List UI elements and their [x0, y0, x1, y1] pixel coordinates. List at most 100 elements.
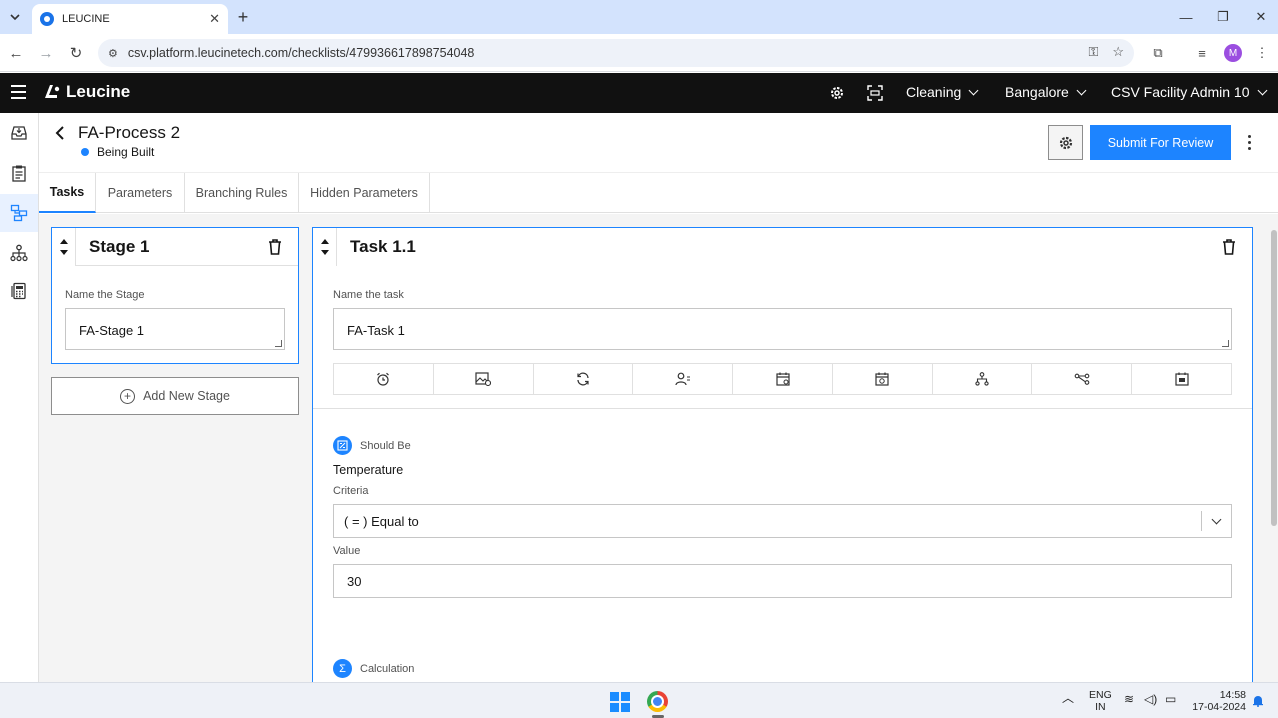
task-action-toolbar [333, 363, 1232, 395]
move-down-icon[interactable] [320, 250, 329, 255]
back-arrow-icon[interactable]: ← [5, 42, 27, 64]
status-text: Being Built [97, 145, 155, 159]
parameter-type-header: Should Be [333, 436, 411, 455]
stage-title: Stage 1 [89, 237, 150, 256]
resize-handle-icon[interactable] [275, 340, 282, 347]
windows-taskbar: ︿ ENG IN ≋ ◁) ▭ 14:58 17-04-2024 [0, 682, 1278, 718]
tab-hidden-parameters[interactable]: Hidden Parameters [299, 173, 430, 213]
add-new-stage-button[interactable]: + Add New Stage [51, 377, 299, 415]
language-line-2: IN [1095, 701, 1106, 713]
wifi-icon[interactable]: ≋ [1124, 693, 1134, 705]
move-up-icon[interactable] [320, 239, 329, 244]
logo-text: Leucine [66, 82, 131, 101]
chevron-down-icon [10, 14, 20, 21]
facility-label: Bangalore [1005, 84, 1069, 100]
password-key-icon[interactable]: ⚿ [1088, 44, 1098, 60]
reload-icon[interactable]: ↻ [65, 42, 87, 64]
nav-checklists[interactable] [0, 154, 38, 192]
close-tab-icon[interactable]: ✕ [209, 11, 220, 27]
move-up-icon[interactable] [59, 239, 68, 244]
add-flow-button[interactable] [1032, 364, 1133, 394]
add-circle-icon: + [120, 388, 136, 404]
task-name-label: Name the task [333, 289, 404, 301]
status-badge: Being Built [81, 145, 154, 159]
add-timer-button[interactable] [334, 364, 434, 394]
minimize-window-button[interactable]: — [1171, 6, 1201, 28]
browser-tab[interactable]: LEUCINE ✕ [32, 4, 228, 34]
nav-reports[interactable] [0, 272, 38, 310]
add-save-schedule-button[interactable] [1132, 364, 1231, 394]
add-media-button[interactable] [434, 364, 534, 394]
new-tab-button[interactable]: + [232, 6, 254, 28]
volume-icon[interactable]: ◁) [1144, 693, 1157, 705]
add-due-date-button[interactable] [833, 364, 933, 394]
forward-arrow-icon[interactable]: → [35, 42, 57, 64]
criteria-select[interactable]: ( = ) Equal to [333, 504, 1232, 538]
parameter-name: Temperature [333, 463, 404, 477]
clock[interactable]: 14:58 17-04-2024 [1190, 689, 1246, 713]
delete-task-icon[interactable] [1222, 239, 1236, 255]
status-dot-icon [81, 148, 89, 156]
hamburger-menu-icon[interactable] [11, 85, 26, 99]
user-label: CSV Facility Admin 10 [1111, 84, 1250, 100]
notification-bell-icon[interactable] [1252, 694, 1264, 710]
task-name-value: FA-Task 1 [347, 323, 405, 338]
address-bar[interactable]: ⚙ csv.platform.leucinetech.com/checklist… [98, 39, 1134, 67]
submit-for-review-button[interactable]: Submit For Review [1090, 125, 1231, 160]
tab-parameters[interactable]: Parameters [96, 173, 185, 213]
value-text: 30 [347, 574, 362, 589]
nav-ontology[interactable] [0, 234, 38, 272]
browser-tab-strip: LEUCINE ✕ + — ❐ ✕ [0, 0, 1278, 34]
profile-avatar[interactable]: M [1224, 44, 1242, 62]
chevron-down-icon [968, 85, 979, 95]
tray-overflow-chevron-icon[interactable]: ︿ [1062, 692, 1074, 704]
page-scrollbar[interactable] [1269, 214, 1278, 682]
process-settings-button[interactable] [1048, 125, 1083, 160]
user-menu-select[interactable]: CSV Facility Admin 10 [1111, 84, 1267, 100]
language-indicator[interactable]: ENG IN [1089, 689, 1112, 713]
move-down-icon[interactable] [59, 250, 68, 255]
more-options-icon[interactable] [1239, 129, 1259, 155]
chrome-taskbar-icon[interactable] [647, 691, 668, 712]
nav-inbox[interactable] [0, 114, 38, 152]
add-assignee-button[interactable] [633, 364, 734, 394]
leucine-logo: Leucine [41, 82, 130, 102]
settings-gear-icon[interactable] [827, 83, 847, 103]
stage-name-value: FA-Stage 1 [79, 323, 145, 338]
windows-start-icon[interactable] [610, 692, 630, 712]
stage-reorder-controls [52, 228, 76, 266]
image-icon [475, 372, 492, 386]
add-branching-button[interactable] [933, 364, 1033, 394]
maximize-window-button[interactable]: ❐ [1208, 6, 1238, 28]
extensions-icon[interactable]: ⧉ [1148, 43, 1168, 63]
nav-prototypes[interactable] [0, 194, 38, 232]
scan-icon[interactable] [865, 83, 885, 103]
scrollbar-thumb[interactable] [1271, 230, 1277, 526]
gear-icon [1059, 136, 1072, 149]
close-window-button[interactable]: ✕ [1246, 6, 1276, 28]
stage-card[interactable]: Stage 1 Name the Stage FA-Stage 1 [51, 227, 299, 364]
media-controls-icon[interactable]: ≡ [1192, 43, 1212, 63]
tab-search-button[interactable] [4, 6, 26, 28]
back-chevron-icon[interactable] [55, 126, 65, 145]
battery-icon[interactable]: ▭ [1165, 693, 1176, 705]
language-line-1: ENG [1089, 689, 1112, 701]
delete-stage-icon[interactable] [268, 239, 282, 255]
value-input[interactable]: 30 [333, 564, 1232, 598]
alarm-icon [377, 372, 390, 386]
use-case-select[interactable]: Cleaning [906, 84, 979, 100]
bookmark-star-icon[interactable]: ☆ [1112, 44, 1124, 60]
resize-handle-icon[interactable] [1222, 340, 1229, 347]
stage-name-input[interactable]: FA-Stage 1 [65, 308, 285, 350]
hierarchy-icon [975, 372, 989, 386]
tab-branching-rules[interactable]: Branching Rules [185, 173, 299, 213]
site-info-icon[interactable]: ⚙ [108, 47, 118, 60]
tab-tasks[interactable]: Tasks [39, 173, 96, 213]
task-card[interactable]: Task 1.1 Name the task FA-Task 1 Should … [312, 227, 1253, 682]
add-schedule-button[interactable] [733, 364, 833, 394]
criteria-value: ( = ) Equal to [344, 514, 419, 529]
add-recurrence-button[interactable] [534, 364, 634, 394]
browser-menu-icon[interactable]: ⋮ [1252, 43, 1272, 63]
task-name-input[interactable]: FA-Task 1 [333, 308, 1232, 350]
facility-select[interactable]: Bangalore [1005, 84, 1087, 100]
